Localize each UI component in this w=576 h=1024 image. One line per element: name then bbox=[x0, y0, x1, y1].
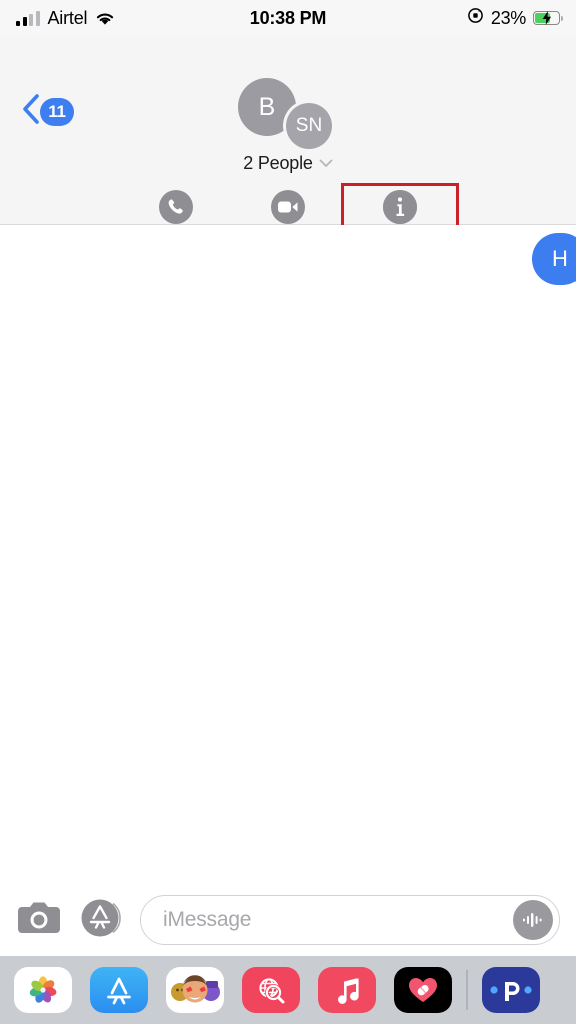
message-input-field[interactable]: iMessage bbox=[140, 895, 560, 945]
back-button[interactable]: 11 bbox=[22, 94, 74, 129]
chevron-down-icon[interactable] bbox=[319, 159, 333, 168]
app-store-app-icon[interactable] bbox=[90, 967, 148, 1013]
phone-icon bbox=[159, 190, 193, 224]
camera-icon bbox=[17, 901, 61, 940]
app-store-button[interactable] bbox=[78, 897, 124, 943]
chevron-left-icon bbox=[22, 94, 39, 129]
messages-app-screen: Airtel 10:38 PM 23% bbox=[0, 0, 576, 1024]
battery-charging-icon bbox=[533, 11, 560, 25]
message-row: H bbox=[532, 233, 576, 285]
message-input-bar: iMessage bbox=[0, 884, 576, 956]
participant-avatars[interactable]: B SN bbox=[228, 78, 348, 150]
conversation-title-row[interactable]: 2 People bbox=[0, 153, 576, 174]
audio-record-button[interactable] bbox=[513, 900, 553, 940]
audio-waveform-icon bbox=[521, 910, 545, 930]
apple-music-app-icon[interactable] bbox=[318, 967, 376, 1013]
status-bar: Airtel 10:38 PM 23% bbox=[0, 0, 576, 36]
drawer-divider bbox=[466, 970, 468, 1010]
status-bar-right: 23% bbox=[467, 7, 560, 29]
camera-button[interactable] bbox=[16, 897, 62, 943]
outgoing-message-bubble[interactable]: H bbox=[532, 233, 576, 285]
p-app-icon[interactable] bbox=[482, 967, 540, 1013]
info-circle-icon bbox=[383, 190, 417, 224]
imessage-app-drawer[interactable] bbox=[0, 956, 576, 1024]
battery-percentage: 23% bbox=[491, 8, 526, 29]
video-camera-icon bbox=[271, 190, 305, 224]
bubble-tail-icon bbox=[568, 262, 576, 286]
cellular-signal-icon bbox=[16, 11, 40, 26]
unread-count-badge: 11 bbox=[40, 98, 74, 126]
message-list[interactable]: H bbox=[0, 225, 576, 884]
message-text: H bbox=[552, 246, 568, 272]
avatar[interactable]: SN bbox=[286, 103, 332, 149]
status-bar-left: Airtel bbox=[16, 8, 115, 29]
wifi-icon bbox=[95, 11, 115, 26]
rotation-lock-icon bbox=[467, 7, 484, 29]
health-app-icon[interactable] bbox=[394, 967, 452, 1013]
message-input-placeholder: iMessage bbox=[163, 908, 513, 932]
photos-app-icon[interactable] bbox=[14, 967, 72, 1013]
images-search-app-icon[interactable] bbox=[242, 967, 300, 1013]
page-title: 2 People bbox=[243, 153, 312, 174]
conversation-header: 11 B SN 2 People audio bbox=[0, 36, 576, 225]
memoji-stickers-app-icon[interactable] bbox=[166, 967, 224, 1013]
app-store-icon bbox=[80, 897, 122, 944]
carrier-label: Airtel bbox=[48, 8, 88, 29]
